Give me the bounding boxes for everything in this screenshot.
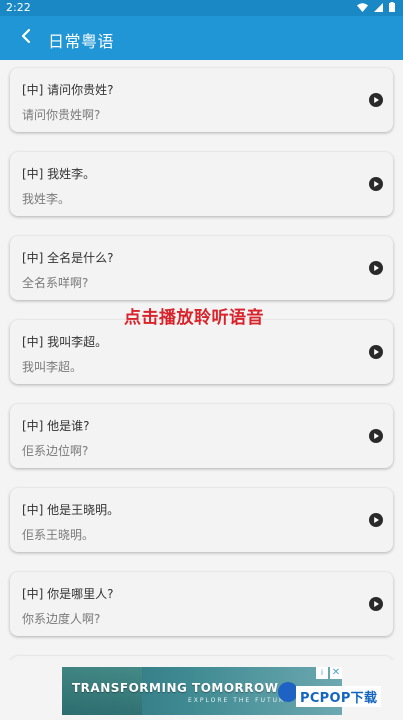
phrase-card[interactable]: [中] 你是哪里人? 你系边度人啊? [10, 572, 393, 636]
phrase-answer: 请问你贵姓啊? [22, 108, 101, 122]
play-button[interactable] [369, 177, 383, 191]
phrase-question: [中] 他是王晓明。 [22, 503, 120, 517]
play-icon [374, 433, 379, 439]
play-icon [374, 349, 379, 355]
back-arrow-icon [20, 28, 32, 48]
phrase-answer: 你系边度人啊? [22, 612, 101, 626]
play-button[interactable] [369, 93, 383, 107]
phrase-card[interactable]: [中] 我姓李。 我姓李。 [10, 152, 393, 216]
play-icon [374, 265, 379, 271]
brand-logo-icon [278, 682, 298, 702]
play-icon [374, 601, 379, 607]
play-button[interactable] [369, 261, 383, 275]
status-bar: 2:22 [0, 0, 403, 16]
ad-subline: EXPLORE THE FUTURE [188, 697, 291, 704]
phrase-question: [中] 我姓李。 [22, 167, 96, 181]
status-icons [357, 2, 395, 15]
status-time: 2:22 [6, 1, 31, 14]
play-button[interactable] [369, 429, 383, 443]
back-button[interactable] [12, 24, 40, 52]
ad-info-icon[interactable]: i [316, 667, 328, 679]
wifi-icon [357, 2, 368, 15]
phrase-question: [中] 请问你贵姓? [22, 83, 114, 97]
phrase-answer: 佢系边位啊? [22, 444, 89, 458]
play-icon [374, 181, 379, 187]
phrase-card-partial[interactable] [10, 656, 393, 660]
phrase-answer: 我姓李。 [22, 192, 71, 206]
app-bar: 日常粤语 [0, 16, 403, 60]
play-button[interactable] [369, 513, 383, 527]
phrase-card[interactable]: [中] 我叫李超。 我叫李超。 [10, 320, 393, 384]
play-button[interactable] [369, 597, 383, 611]
phrase-card[interactable]: [中] 他是谁? 佢系边位啊? [10, 404, 393, 468]
phrase-question: [中] 全名是什么? [22, 251, 114, 265]
phrase-answer: 全名系咩啊? [22, 276, 89, 290]
phrase-card[interactable]: [中] 请问你贵姓? 请问你贵姓啊? [10, 68, 393, 132]
phrase-list[interactable]: [中] 请问你贵姓? 请问你贵姓啊? [中] 我姓李。 我姓李。 [中] 全名是… [0, 60, 403, 660]
play-icon [374, 97, 379, 103]
page-title: 日常粤语 [48, 32, 115, 51]
phrase-answer: 我叫李超。 [22, 360, 83, 374]
play-button[interactable] [369, 345, 383, 359]
brand-watermark: PCPOP下载 [296, 686, 382, 707]
phrase-answer: 佢系王晓明。 [22, 528, 95, 542]
signal-icon [374, 2, 383, 15]
ad-headline: TRANSFORMING TOMORROW [72, 681, 279, 695]
play-hint-overlay: 点击播放聆听语音 [124, 308, 264, 328]
phrase-question: [中] 我叫李超。 [22, 335, 108, 349]
play-icon [374, 517, 379, 523]
phrase-question: [中] 你是哪里人? [22, 587, 114, 601]
phrase-card[interactable]: [中] 全名是什么? 全名系咩啊? [10, 236, 393, 300]
ad-close-icon[interactable]: ✕ [330, 667, 342, 679]
battery-icon [389, 2, 395, 15]
phrase-card[interactable]: [中] 他是王晓明。 佢系王晓明。 [10, 488, 393, 552]
phrase-question: [中] 他是谁? [22, 419, 90, 433]
